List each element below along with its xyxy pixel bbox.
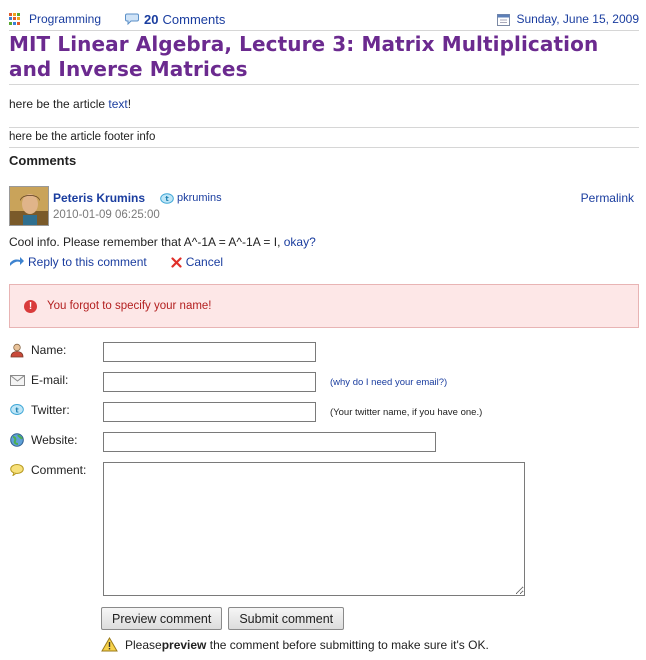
cancel-reply-link[interactable]: Cancel bbox=[171, 255, 223, 269]
website-input[interactable] bbox=[103, 432, 436, 452]
twitter-input[interactable] bbox=[103, 402, 316, 422]
notice-text-before: Please bbox=[125, 637, 162, 652]
comment-timestamp: 2010-01-09 06:25:00 bbox=[53, 209, 160, 221]
error-message-box: ! You forgot to specify your name! bbox=[9, 284, 639, 328]
submit-comment-button[interactable]: Submit comment bbox=[228, 607, 345, 630]
comment-link[interactable]: okay? bbox=[284, 235, 316, 249]
error-message: You forgot to specify your name! bbox=[47, 300, 212, 312]
divider bbox=[9, 84, 639, 85]
globe-icon bbox=[9, 432, 25, 448]
preview-notice: Please preview the comment before submit… bbox=[101, 637, 489, 652]
post-date: Sunday, June 15, 2009 bbox=[497, 12, 639, 26]
cancel-label: Cancel bbox=[185, 255, 224, 269]
calendar-icon bbox=[497, 13, 511, 26]
comment-label-text: Comment: bbox=[31, 463, 87, 477]
twitter-hint: (Your twitter name, if you have one.) bbox=[330, 407, 483, 418]
comments-heading: Comments bbox=[9, 153, 77, 168]
twitter-label: t Twitter: bbox=[9, 402, 103, 418]
error-icon: ! bbox=[24, 299, 37, 313]
comment-textarea[interactable] bbox=[103, 462, 525, 596]
comment-label: Comment: bbox=[9, 462, 103, 478]
name-row: Name: bbox=[9, 342, 316, 362]
comment-author[interactable]: Peteris Krumins bbox=[53, 191, 145, 205]
comments-label: Comments bbox=[162, 11, 226, 27]
speech-bubble-icon bbox=[125, 13, 140, 25]
notice-bold: preview bbox=[161, 637, 207, 652]
website-label: Website: bbox=[9, 432, 103, 448]
post-title: MIT Linear Algebra, Lecture 3: Matrix Mu… bbox=[9, 32, 599, 81]
name-input[interactable] bbox=[103, 342, 316, 362]
avatar bbox=[9, 186, 49, 226]
permalink-link[interactable]: Permalink bbox=[581, 191, 634, 205]
user-icon bbox=[9, 342, 25, 358]
comments-count-link[interactable]: 20 Comments bbox=[125, 12, 225, 27]
comment-row: Comment: bbox=[9, 462, 525, 596]
twitter-icon: t bbox=[160, 192, 174, 204]
name-label-text: Name: bbox=[31, 343, 67, 357]
divider bbox=[9, 30, 639, 31]
comment-twitter[interactable]: t pkrumins bbox=[160, 192, 222, 204]
article-text-end: ! bbox=[127, 97, 132, 111]
email-row: E-mail: (why do I need your email?) bbox=[9, 372, 447, 392]
comment: Peteris Krumins t pkrumins 2010-01-09 06… bbox=[9, 184, 639, 274]
divider bbox=[9, 147, 639, 148]
form-buttons: Preview comment Submit comment bbox=[101, 607, 350, 630]
twitter-icon: t bbox=[9, 402, 25, 418]
comments-count: 20 bbox=[144, 11, 159, 27]
email-label-text: E-mail: bbox=[31, 373, 69, 387]
reply-link[interactable]: Reply to this comment bbox=[9, 255, 147, 269]
article-body: here be the article text! bbox=[9, 97, 131, 111]
comment-body: Cool info. Please remember that A^-1A = … bbox=[9, 235, 316, 249]
email-label: E-mail: bbox=[9, 372, 103, 388]
category-icon bbox=[9, 13, 21, 25]
website-label-text: Website: bbox=[31, 433, 78, 447]
name-label: Name: bbox=[9, 342, 103, 358]
twitter-label-text: Twitter: bbox=[31, 403, 70, 417]
category-link[interactable]: Programming bbox=[9, 12, 101, 26]
post-meta-bar: Programming 20 Comments Sunday, June 15,… bbox=[9, 9, 639, 29]
category-label: Programming bbox=[29, 12, 102, 26]
date-label: Sunday, June 15, 2009 bbox=[516, 12, 639, 26]
warning-icon bbox=[101, 637, 118, 652]
reply-label: Reply to this comment bbox=[28, 255, 147, 269]
comment-bubble-icon bbox=[9, 462, 25, 478]
comment-actions: Reply to this comment Cancel bbox=[9, 255, 223, 269]
twitter-handle: pkrumins bbox=[177, 192, 222, 204]
article-text: here be the article bbox=[9, 97, 109, 111]
article-footer-info: here be the article footer info bbox=[9, 131, 156, 143]
close-icon bbox=[171, 256, 182, 268]
twitter-row: t Twitter: (Your twitter name, if you ha… bbox=[9, 402, 482, 422]
comment-text: Cool info. Please remember that A^-1A = … bbox=[9, 235, 284, 249]
website-row: Website: bbox=[9, 432, 436, 452]
article-link[interactable]: text bbox=[108, 97, 127, 111]
envelope-icon bbox=[9, 372, 25, 388]
divider bbox=[9, 127, 639, 128]
email-input[interactable] bbox=[103, 372, 316, 392]
preview-comment-button[interactable]: Preview comment bbox=[101, 607, 223, 630]
email-hint-link[interactable]: (why do I need your email?) bbox=[330, 377, 447, 388]
notice-text-after: the comment before submitting to make su… bbox=[206, 637, 489, 652]
reply-arrow-icon bbox=[9, 256, 24, 268]
